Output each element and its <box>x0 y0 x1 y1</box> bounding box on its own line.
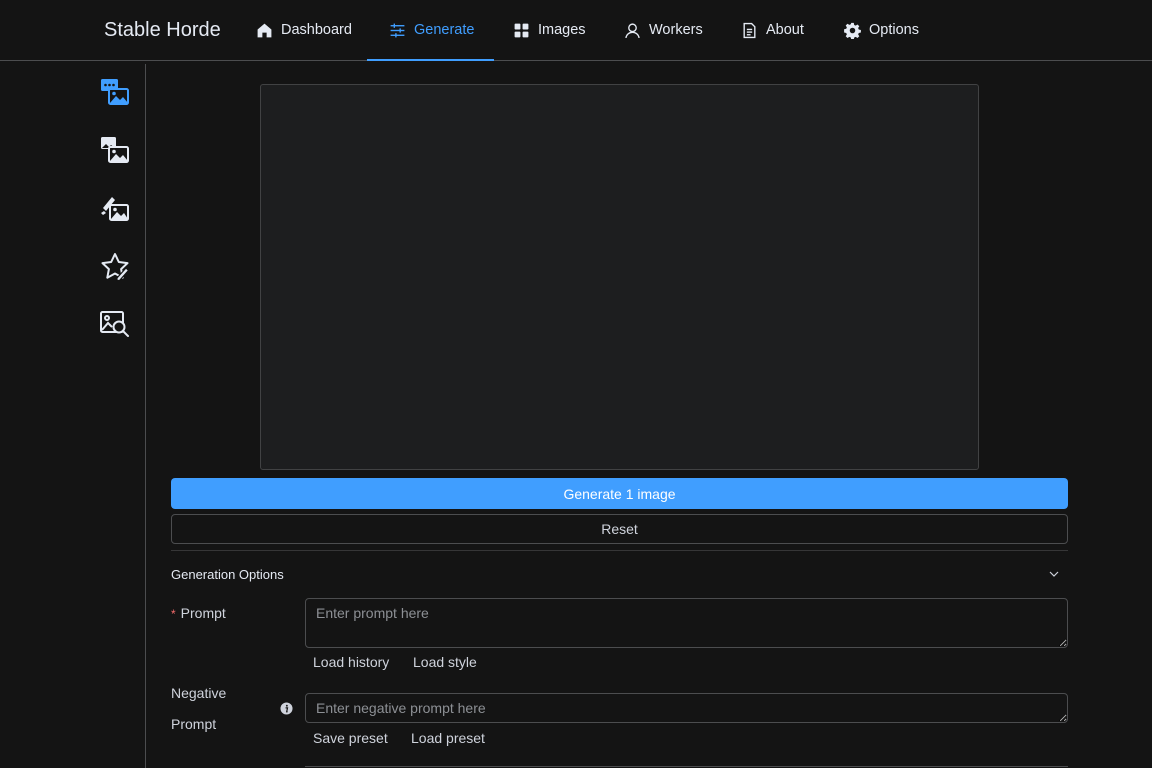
nav-generate-label: Generate <box>414 22 475 38</box>
generation-options-title: Generation Options <box>171 566 284 582</box>
image-interrogation-icon <box>100 311 129 337</box>
home-icon <box>257 23 272 37</box>
nav-dashboard[interactable]: Dashboard <box>256 0 352 60</box>
generation-options-header[interactable]: Generation Options <box>171 551 1068 597</box>
save-preset-button[interactable]: Save preset <box>313 730 388 746</box>
sidebar-item-text2img[interactable] <box>97 74 133 110</box>
top-navbar: Stable Horde Dashboard Generate Images W… <box>0 0 1152 61</box>
load-style-button[interactable]: Load style <box>413 654 477 670</box>
text-to-image-icon <box>101 79 129 105</box>
sidebar <box>0 61 146 768</box>
prompt-label: * Prompt <box>171 605 226 621</box>
sidebar-item-interrogate[interactable] <box>97 306 133 342</box>
document-icon <box>743 22 756 38</box>
info-icon[interactable] <box>280 702 293 715</box>
image-to-image-icon <box>101 137 129 163</box>
chevron-down-icon <box>1049 571 1059 577</box>
sliders-icon <box>390 23 405 37</box>
prompt-label-text: Prompt <box>180 605 226 621</box>
nav-options-label: Options <box>869 22 919 38</box>
gear-icon <box>844 22 861 39</box>
nav-options[interactable]: Options <box>844 0 919 60</box>
sidebar-item-rate[interactable] <box>97 249 133 285</box>
negative-prompt-label-line1: Negative <box>171 685 227 701</box>
reset-button[interactable]: Reset <box>171 514 1068 544</box>
nav-workers[interactable]: Workers <box>624 0 703 60</box>
nav-workers-label: Workers <box>649 22 703 38</box>
load-preset-button[interactable]: Load preset <box>411 730 485 746</box>
inpainting-icon <box>101 197 129 221</box>
negative-prompt-label-line2: Prompt <box>171 716 217 732</box>
required-marker: * <box>171 607 176 621</box>
nav-dashboard-label: Dashboard <box>281 22 352 38</box>
generate-button[interactable]: Generate 1 image <box>171 478 1068 509</box>
sidebar-divider <box>145 64 146 768</box>
nav-images[interactable]: Images <box>513 0 586 60</box>
nav-generate[interactable]: Generate <box>366 0 496 61</box>
app-title[interactable]: Stable Horde <box>104 19 221 42</box>
prompt-input[interactable] <box>305 598 1068 648</box>
negative-prompt-input[interactable] <box>305 693 1068 723</box>
user-icon <box>625 22 640 38</box>
sidebar-item-img2img[interactable] <box>97 132 133 168</box>
rating-star-icon <box>101 253 130 282</box>
load-history-button[interactable]: Load history <box>313 654 389 670</box>
nav-about-label: About <box>766 22 804 38</box>
grid-icon <box>514 23 529 37</box>
image-preview-area <box>260 84 979 470</box>
sidebar-item-inpainting[interactable] <box>97 190 133 226</box>
nav-about[interactable]: About <box>741 0 804 60</box>
nav-images-label: Images <box>538 22 586 38</box>
